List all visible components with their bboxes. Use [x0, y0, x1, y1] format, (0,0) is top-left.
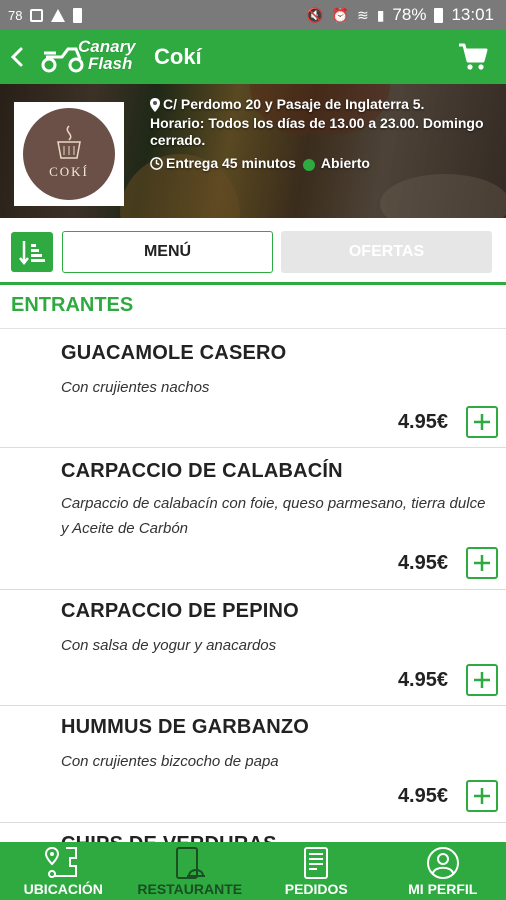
address-row: C/ Perdomo 20 y Pasaje de Inglaterra 5. — [150, 96, 498, 113]
battery-percent: 78% — [392, 5, 427, 24]
menu-item-description: Carpaccio de calabacín con foie, queso p… — [61, 495, 486, 537]
menu-item[interactable]: CARPACCIO DE CALABACÍN Carpaccio de cala… — [0, 448, 506, 590]
nav-label: UBICACIÓN — [23, 881, 103, 897]
menu-item-description: Con salsa de yogur y anacardos — [61, 637, 277, 654]
nav-item-restaurant[interactable]: RESTAURANTE — [127, 842, 254, 900]
menu-item[interactable]: GUACAMOLE CASERO Con crujientes nachos 4… — [0, 330, 506, 448]
menu-item-price: 4.95€ — [397, 411, 448, 433]
restaurant-info: C/ Perdomo 20 y Pasaje de Inglaterra 5. … — [150, 96, 498, 172]
open-status: Abierto — [320, 155, 370, 171]
add-to-cart-button[interactable] — [466, 780, 498, 812]
plus-icon — [474, 672, 490, 688]
location-map-icon — [45, 846, 78, 878]
bottom-navigation: UBICACIÓN RESTAURANTE PEDIDOS MI PERFIL — [0, 842, 506, 900]
page-title: Cokí — [154, 44, 202, 69]
menu-item-name: GUACAMOLE CASERO — [61, 342, 287, 364]
cart-icon — [459, 43, 488, 70]
battery-icon — [434, 7, 444, 23]
restaurant-logo: COKÍ — [14, 102, 124, 206]
plus-icon — [474, 414, 490, 430]
add-to-cart-button[interactable] — [466, 547, 498, 579]
menu-item-name: CHIPS DE VERDURAS — [61, 833, 277, 842]
menu-item-price: 4.95€ — [397, 669, 448, 691]
restaurant-phone-icon — [175, 847, 205, 879]
wifi-icon: ≋ — [356, 6, 369, 23]
restaurant-address: C/ Perdomo 20 y Pasaje de Inglaterra 5. — [163, 96, 425, 112]
tab-offers[interactable]: OFERTAS — [281, 231, 492, 273]
canary-flash-logo[interactable]: Canary Flash — [40, 37, 140, 77]
nav-label: MI PERFIL — [408, 881, 478, 897]
menu-item-name: CARPACCIO DE CALABACÍN — [61, 460, 343, 482]
status-bar: 78 🔇 ⏰ ≋ ▮ 78% 13:01 — [0, 0, 506, 30]
restaurant-banner: COKÍ C/ Perdomo 20 y Pasaje de Inglaterr… — [0, 84, 506, 218]
add-to-cart-button[interactable] — [466, 406, 498, 438]
profile-user-icon — [426, 847, 459, 879]
back-arrow-icon — [10, 47, 23, 67]
alarm-icon: ⏰ — [331, 6, 349, 23]
section-divider — [0, 328, 506, 329]
vibrate-mute-icon: 🔇 — [306, 6, 324, 23]
plus-icon — [474, 555, 490, 571]
orders-receipt-icon — [304, 847, 329, 879]
gallery-notification-icon — [30, 8, 44, 22]
nav-label: RESTAURANTE — [137, 881, 243, 897]
menu-item[interactable]: HUMMUS DE GARBANZO Con crujientes bizcoc… — [0, 706, 506, 823]
clock-icon — [150, 157, 163, 170]
delivery-time: Entrega 45 minutos — [166, 155, 296, 171]
menu-item[interactable]: CARPACCIO DE PEPINO Con salsa de yogur y… — [0, 590, 506, 706]
nav-item-profile[interactable]: MI PERFIL — [380, 842, 506, 900]
coffee-cup-icon — [57, 125, 81, 159]
menu-item[interactable]: CHIPS DE VERDURAS — [0, 823, 506, 842]
nav-item-orders[interactable]: PEDIDOS — [253, 842, 380, 900]
add-to-cart-button[interactable] — [466, 664, 498, 696]
open-status-dot — [302, 158, 315, 171]
location-pin-icon — [150, 98, 160, 112]
section-title: ENTRANTES — [11, 294, 134, 316]
clock: 13:01 — [451, 5, 494, 24]
menu-list[interactable]: GUACAMOLE CASERO Con crujientes nachos 4… — [0, 330, 506, 842]
nav-label: PEDIDOS — [284, 881, 348, 897]
restaurant-hours: Horario: Todos los días de 13.00 a 23.00… — [150, 115, 484, 148]
status-left-text: 78 — [8, 7, 23, 23]
battery-saver-notification-icon — [73, 7, 83, 23]
signal-icon: ▮ — [376, 6, 385, 23]
back-button[interactable] — [0, 30, 34, 84]
warning-notification-icon — [51, 8, 66, 22]
hours-row: Horario: Todos los días de 13.00 a 23.00… — [150, 115, 498, 149]
sort-descending-icon — [19, 241, 45, 266]
plus-icon — [474, 788, 490, 804]
menu-tabs-row: MENÚ OFERTAS — [0, 218, 506, 284]
tab-menu[interactable]: MENÚ — [62, 231, 273, 273]
nav-item-location[interactable]: UBICACIÓN — [0, 842, 127, 900]
delivery-row: Entrega 45 minutos Abierto — [150, 155, 498, 172]
menu-item-price: 4.95€ — [397, 785, 448, 807]
menu-item-name: CARPACCIO DE PEPINO — [61, 600, 299, 622]
cart-button[interactable] — [456, 40, 490, 74]
restaurant-logo-text: COKÍ — [49, 164, 89, 179]
menu-item-price: 4.95€ — [397, 552, 448, 574]
logo-text-flash: Flash — [88, 54, 133, 73]
menu-item-description: Con crujientes bizcocho de papa — [61, 753, 279, 770]
restaurant-logo-badge: COKÍ — [23, 108, 115, 200]
status-left-group: 78 — [8, 7, 83, 23]
tabs-divider — [0, 282, 506, 285]
menu-item-name: HUMMUS DE GARBANZO — [61, 716, 310, 738]
app-header: Canary Flash Cokí — [0, 30, 506, 84]
status-right-group: 🔇 ⏰ ≋ ▮ 78% 13:01 — [306, 5, 494, 25]
sort-button[interactable] — [11, 232, 53, 272]
menu-item-description: Con crujientes nachos — [61, 379, 210, 396]
